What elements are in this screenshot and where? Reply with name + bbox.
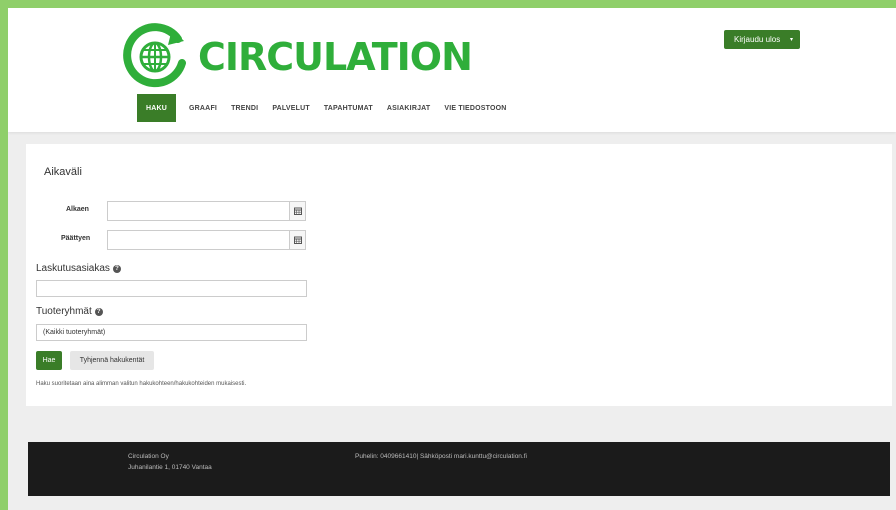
customer-input[interactable] — [36, 280, 307, 297]
main-nav: HAKU GRAAFI TRENDI PALVELUT TAPAHTUMAT A… — [137, 94, 514, 122]
search-panel: Aikaväli Alkaen Päättyen Laskutusasiakas… — [26, 144, 892, 406]
caret-down-icon: ▾ — [789, 37, 793, 43]
question-circle-icon[interactable]: ? — [112, 265, 121, 273]
product-groups-title-text: Tuoteryhmät — [36, 306, 92, 317]
logout-button[interactable]: Kirjaudu ulos ▾ — [724, 30, 800, 49]
nav-item-tapahtumat[interactable]: TAPAHTUMAT — [317, 94, 380, 122]
customer-title: Laskutusasiakas? — [36, 263, 121, 274]
product-groups-title: Tuoteryhmät? — [36, 306, 103, 317]
site-header: CIRCULATION Kirjaudu ulos ▾ HAKU GRAAFI … — [8, 8, 896, 132]
calendar-icon — [293, 207, 302, 215]
nav-item-asiakirjat[interactable]: ASIAKIRJAT — [380, 94, 437, 122]
clear-fields-button[interactable]: Tyhjennä hakukentät — [70, 351, 154, 370]
start-date-input[interactable] — [107, 201, 290, 221]
footer-company: Circulation Oy — [128, 453, 169, 460]
start-calendar-button[interactable] — [289, 201, 306, 221]
start-date-label: Alkaen — [66, 206, 89, 213]
globe-arrow-icon — [123, 23, 186, 88]
calendar-icon — [293, 236, 302, 244]
question-circle-icon[interactable]: ? — [94, 308, 103, 316]
product-groups-value: (Kaikki tuoteryhmät) — [43, 329, 106, 336]
app-frame: CIRCULATION Kirjaudu ulos ▾ HAKU GRAAFI … — [8, 8, 896, 510]
nav-item-haku[interactable]: HAKU — [137, 94, 177, 122]
search-button[interactable]: Hae — [36, 351, 62, 370]
customer-title-text: Laskutusasiakas — [36, 263, 110, 274]
end-date-input[interactable] — [107, 230, 290, 250]
end-calendar-button[interactable] — [289, 230, 306, 250]
nav-item-graafi[interactable]: GRAAFI — [182, 94, 224, 122]
nav-item-palvelut[interactable]: PALVELUT — [265, 94, 317, 122]
nav-item-vie-tiedostoon[interactable]: VIE TIEDOSTOON — [437, 94, 513, 122]
footer-contact: Puhelin: 0409661410| Sähköposti mari.kun… — [355, 453, 527, 460]
search-note: Haku suoritetaan aina alimman valitun ha… — [36, 381, 247, 387]
product-groups-select[interactable]: (Kaikki tuoteryhmät) — [36, 324, 307, 341]
brand-name: CIRCULATION — [198, 35, 473, 79]
logout-label: Kirjaudu ulos — [734, 35, 781, 44]
footer-address: Juhanilantie 1, 01740 Vantaa — [128, 464, 212, 471]
period-title: Aikaväli — [44, 166, 82, 178]
brand-logo[interactable]: CIRCULATION — [122, 23, 473, 89]
site-footer: Circulation Oy Juhanilantie 1, 01740 Van… — [28, 442, 890, 496]
nav-item-trendi[interactable]: TRENDI — [224, 94, 265, 122]
end-date-label: Päättyen — [61, 235, 91, 242]
